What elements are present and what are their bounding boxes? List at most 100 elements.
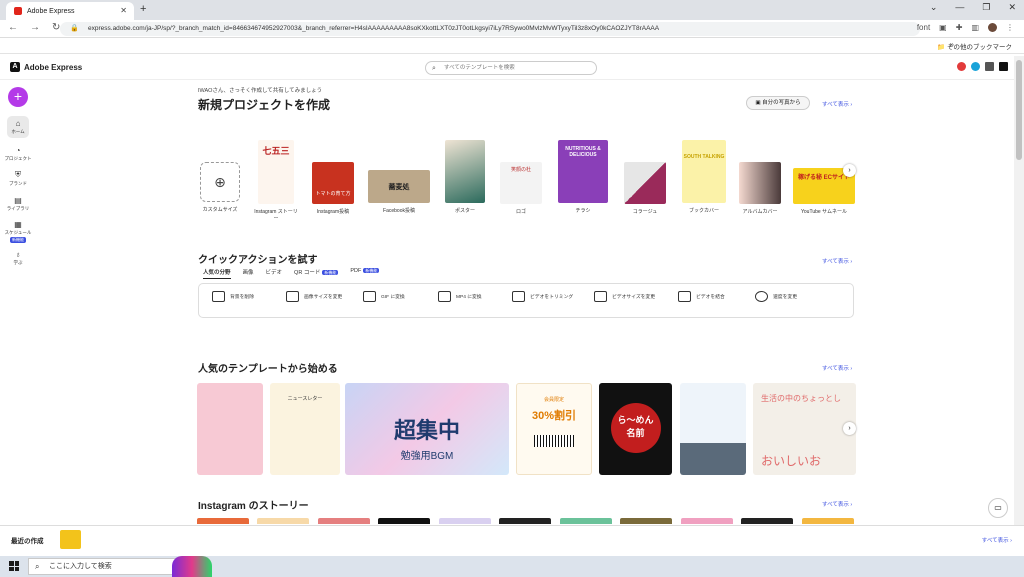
quick-action-resize-image[interactable]: 画像サイズを変更: [286, 291, 342, 302]
template-subtext: 勉強用BGM: [400, 451, 454, 462]
story-thumb[interactable]: [499, 518, 551, 524]
popular-see-all-link[interactable]: すべて表示 ›: [822, 364, 852, 372]
chat-icon[interactable]: ▭: [988, 498, 1008, 518]
sidebar-item-label: ブランド: [9, 181, 27, 186]
story-thumb[interactable]: [439, 518, 491, 524]
brand-icon: ⛨: [15, 170, 21, 179]
project-youtube-thumbnail[interactable]: 稼げる秘 ECサイト YouTube サムネール: [792, 140, 856, 215]
quick-action-change-speed[interactable]: 速度を変更: [755, 291, 797, 302]
mp4-convert-icon: [438, 291, 451, 302]
tab-qr-code[interactable]: QR コード 新機能: [294, 268, 339, 279]
project-label: ロゴ: [515, 209, 526, 215]
scrollbar-thumb[interactable]: [1016, 60, 1022, 160]
quick-action-label: 速度を変更: [773, 295, 797, 300]
profile-avatar[interactable]: [988, 23, 997, 32]
tab-video[interactable]: ビデオ: [266, 268, 283, 279]
back-icon[interactable]: ←: [8, 22, 18, 33]
forward-icon[interactable]: →: [30, 22, 40, 33]
story-thumb[interactable]: [197, 518, 249, 524]
sidebar-item-library[interactable]: ▤ ライブラリ: [0, 196, 36, 212]
recent-see-all-link[interactable]: すべて表示 ›: [982, 536, 1012, 544]
template-subtext: おいしいお: [761, 454, 822, 468]
project-instagram-story[interactable]: 七五三 Instagram ストーリー: [252, 140, 300, 222]
close-window-icon[interactable]: ✕: [1008, 2, 1016, 13]
speed-icon: [755, 291, 768, 302]
quick-action-resize-video[interactable]: ビデオサイズを変更: [594, 291, 655, 302]
story-thumb[interactable]: [802, 518, 854, 524]
project-logo[interactable]: 笑顔の杜 ロゴ: [498, 140, 544, 215]
app-brand[interactable]: A Adobe Express: [10, 62, 82, 72]
sidebar-item-brand[interactable]: ⛨ ブランド: [0, 170, 36, 187]
project-instagram-post[interactable]: トマトの育て方 Instagram投稿: [308, 140, 358, 215]
instagram-see-all-link[interactable]: すべて表示 ›: [822, 500, 852, 508]
apps-grid-icon[interactable]: [985, 62, 994, 71]
bookmark-folder[interactable]: 📁 その他のブックマーク: [937, 41, 1012, 51]
adobe-icon[interactable]: [999, 62, 1008, 71]
story-thumb[interactable]: [318, 518, 370, 524]
tab-popular[interactable]: 人気の分野: [203, 268, 231, 279]
new-badge: 新機能: [10, 237, 26, 243]
new-tab-icon[interactable]: +: [140, 3, 146, 15]
story-thumb[interactable]: [681, 518, 733, 524]
tab-title: Adobe Express: [27, 7, 75, 15]
from-my-photo-button[interactable]: ▣ 自分の写真から: [746, 96, 810, 110]
project-facebook-post[interactable]: 蕎麦処 Facebook投稿: [366, 140, 432, 214]
minimize-icon[interactable]: —: [955, 2, 964, 13]
create-button[interactable]: +: [8, 87, 28, 107]
project-poster[interactable]: ポスター: [442, 140, 488, 214]
app-header: A Adobe Express ⌕ すべてのテンプレートを検索: [0, 56, 1014, 80]
quick-action-convert-gif[interactable]: GIF に変換: [363, 291, 405, 302]
browser-tab[interactable]: Adobe Express ✕: [6, 2, 134, 20]
sidebar-item-learn[interactable]: ♁ 学ぶ: [0, 250, 36, 266]
template-card[interactable]: ニュースレター: [270, 383, 340, 475]
chevron-down-icon[interactable]: ⌄: [930, 2, 938, 13]
template-card[interactable]: ら〜めん 名前: [599, 383, 672, 475]
notification-icon[interactable]: [957, 62, 966, 71]
template-card[interactable]: [680, 383, 746, 475]
sidebar-item-projects[interactable]: ◔ プロジェクト: [0, 146, 36, 162]
template-card[interactable]: 超集中 勉強用BGM: [345, 383, 509, 475]
carousel-next-icon[interactable]: ›: [843, 422, 856, 435]
project-label: YouTube サムネール: [801, 209, 847, 215]
sidebar-item-home[interactable]: ⌂ ホーム: [0, 116, 36, 138]
menu-icon[interactable]: ⋮: [1006, 23, 1014, 32]
see-all-link[interactable]: すべて表示 ›: [822, 100, 852, 108]
puzzle-icon[interactable]: ✚: [956, 23, 963, 32]
project-album-cover[interactable]: アルバムカバー: [736, 140, 784, 215]
project-book-cover[interactable]: SOUTH TALKING ブックカバー: [680, 140, 728, 214]
story-thumb[interactable]: [560, 518, 612, 524]
windows-start-icon[interactable]: [9, 561, 19, 571]
template-card[interactable]: [197, 383, 263, 475]
taskbar-search-input[interactable]: ⌕ ここに入力して検索: [28, 558, 178, 575]
resize-video-icon: [594, 291, 607, 302]
extension-icon[interactable]: ▣: [939, 23, 947, 32]
project-collage[interactable]: コラージュ: [622, 140, 668, 215]
quick-action-convert-mp4[interactable]: MP4 に変換: [438, 291, 482, 302]
story-thumb[interactable]: [257, 518, 309, 524]
close-tab-icon[interactable]: ✕: [120, 6, 127, 15]
story-thumb[interactable]: [741, 518, 793, 524]
project-flyer[interactable]: NUTRITIOUS & DELICIOUS チラシ: [557, 140, 609, 214]
template-search-input[interactable]: ⌕ すべてのテンプレートを検索: [425, 61, 597, 75]
sidepanel-icon[interactable]: ▥: [971, 23, 979, 32]
font-extension[interactable]: font: [917, 23, 930, 32]
tab-image[interactable]: 画像: [243, 268, 254, 279]
template-card[interactable]: 会員限定 30%割引: [516, 383, 592, 475]
sidebar-item-schedule[interactable]: ▦ スケジュール 新機能: [0, 220, 36, 243]
story-thumb[interactable]: [378, 518, 430, 524]
tab-pdf[interactable]: PDF 新機能: [350, 268, 380, 279]
carousel-next-icon[interactable]: ›: [843, 164, 856, 177]
taskbar-app-icon[interactable]: [172, 556, 212, 577]
story-thumb[interactable]: [620, 518, 672, 524]
recent-thumb[interactable]: [60, 530, 81, 549]
quick-action-trim-video[interactable]: ビデオをトリミング: [512, 291, 573, 302]
quick-action-remove-background[interactable]: 背景を削除: [212, 291, 254, 302]
quick-action-merge-video[interactable]: ビデオを結合: [678, 291, 725, 302]
avatar[interactable]: [971, 62, 980, 71]
quick-see-all-link[interactable]: すべて表示 ›: [822, 257, 852, 265]
url-input[interactable]: 🔒 express.adobe.com/ja-JP/sp/?_branch_ma…: [60, 22, 920, 36]
maximize-icon[interactable]: ❐: [982, 2, 990, 13]
template-card[interactable]: 生活の中のちょっとし おいしいお: [753, 383, 856, 475]
project-custom-size[interactable]: ⊕ カスタムサイズ: [197, 140, 243, 213]
quick-action-tabs: 人気の分野 画像 ビデオ QR コード 新機能 PDF 新機能: [203, 268, 380, 279]
